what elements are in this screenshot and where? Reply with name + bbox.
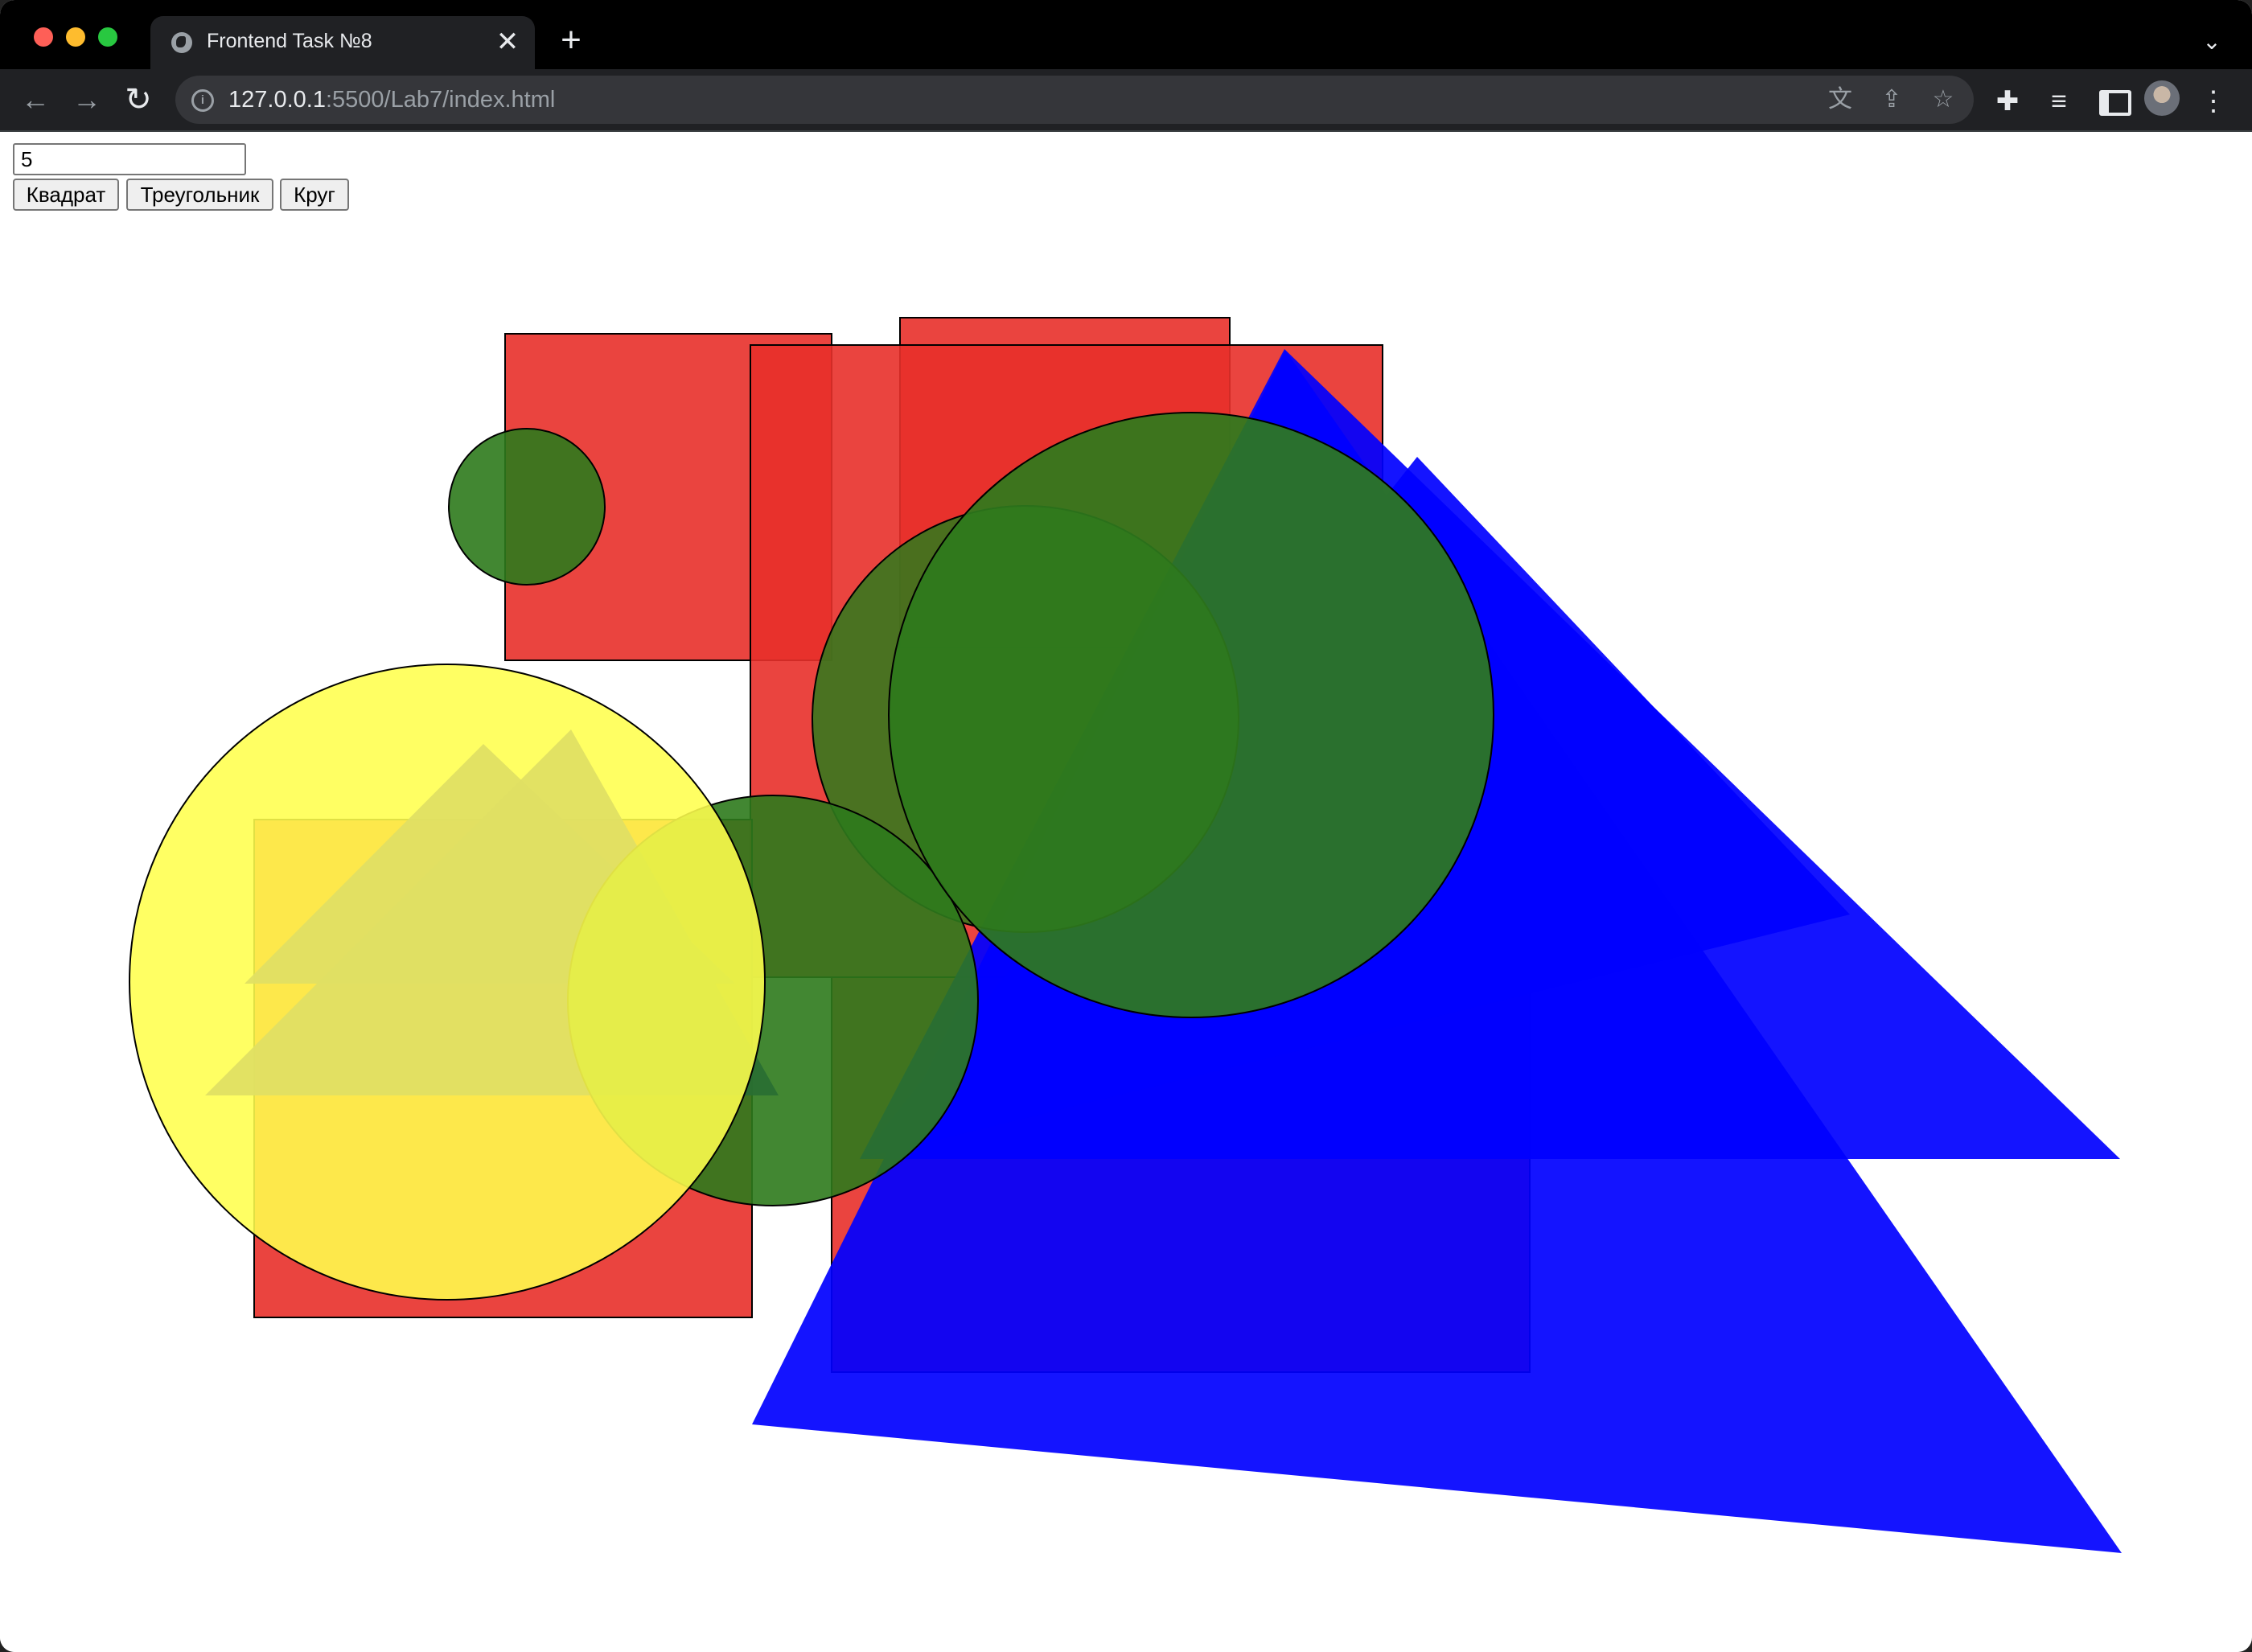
tab-close-icon[interactable]: ✕	[493, 27, 522, 56]
tab-strip: Frontend Task №8 ✕ + ⌄	[0, 0, 2252, 69]
tab-search-chevron-icon[interactable]: ⌄	[2196, 26, 2228, 58]
window-minimize-button[interactable]	[66, 27, 85, 47]
new-tab-button[interactable]: +	[555, 23, 587, 58]
extensions-puzzle-icon[interactable]: ✚	[1990, 84, 2025, 119]
kebab-menu-icon[interactable]: ⋮	[2196, 84, 2231, 119]
green-circle[interactable]	[888, 412, 1494, 1018]
url-path: :5500/Lab7/index.html	[325, 87, 556, 113]
window-maximize-button[interactable]	[98, 27, 117, 47]
shape-count-input[interactable]	[13, 143, 246, 175]
tab-title: Frontend Task №8	[207, 30, 372, 52]
media-controls-icon[interactable]: ≡	[2041, 84, 2077, 119]
reload-button[interactable]: ↻	[119, 80, 158, 119]
url-text[interactable]: 127.0.0.1:5500/Lab7/index.html	[228, 87, 555, 113]
address-bar[interactable]: i 127.0.0.1:5500/Lab7/index.html 文 ⇪ ☆	[175, 76, 1974, 124]
forward-button[interactable]: →	[68, 80, 106, 119]
site-info-icon[interactable]: i	[191, 89, 214, 112]
globe-icon	[171, 32, 192, 53]
share-icon[interactable]: ⇪	[1876, 84, 1908, 116]
url-host: 127.0.0.1	[228, 87, 326, 113]
back-button[interactable]: ←	[16, 80, 55, 119]
translate-icon[interactable]: 文	[1824, 84, 1856, 116]
side-panel-icon[interactable]	[2093, 84, 2131, 119]
active-tab[interactable]: Frontend Task №8 ✕	[150, 16, 535, 69]
triangle-button[interactable]: Треугольник	[126, 179, 273, 211]
yellow-circle[interactable]	[129, 664, 766, 1301]
browser-window: Frontend Task №8 ✕ + ⌄ ← → ↻ i 127.0.0.1…	[0, 0, 2252, 1652]
page-content: Квадрат Треугольник Круг	[0, 132, 2247, 1652]
profile-avatar[interactable]	[2144, 80, 2180, 116]
square-button[interactable]: Квадрат	[13, 179, 119, 211]
green-circle[interactable]	[448, 428, 606, 586]
circle-button[interactable]: Круг	[280, 179, 349, 211]
shapes-canvas	[129, 317, 2122, 1553]
browser-toolbar: ← → ↻ i 127.0.0.1:5500/Lab7/index.html 文…	[0, 69, 2252, 132]
bookmark-star-icon[interactable]: ☆	[1927, 84, 1959, 116]
window-close-button[interactable]	[34, 27, 53, 47]
